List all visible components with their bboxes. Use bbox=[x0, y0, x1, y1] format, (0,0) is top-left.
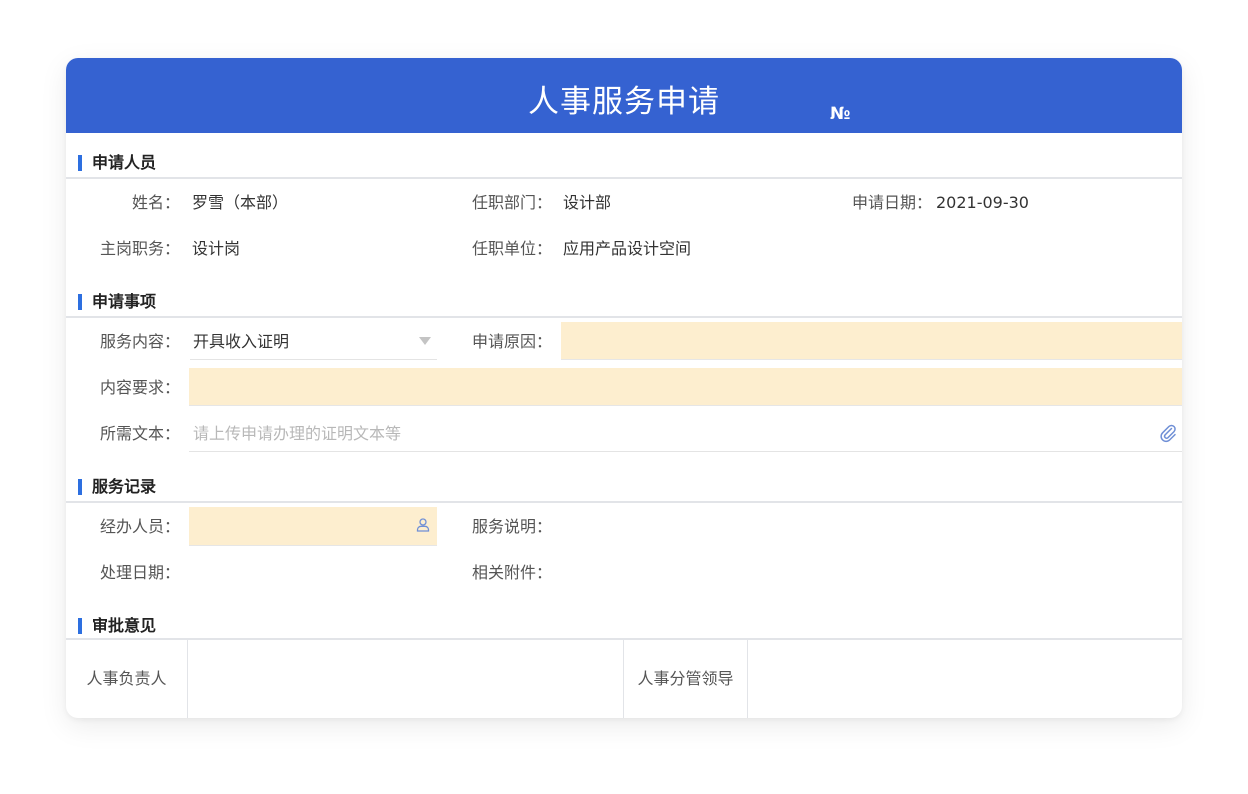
reason-input[interactable] bbox=[561, 322, 1182, 360]
section-divider bbox=[66, 316, 1182, 318]
hr-head-opinion[interactable] bbox=[188, 640, 624, 718]
name-label: 姓名： bbox=[131, 193, 180, 212]
requirement-label: 内容要求： bbox=[99, 378, 180, 397]
form-title: 人事服务申请 bbox=[528, 84, 720, 120]
upload-underline bbox=[189, 451, 1182, 452]
handler-label: 经办人员： bbox=[99, 517, 180, 536]
service-content-value: 开具收入证明 bbox=[193, 332, 290, 351]
document-upload-field[interactable]: 请上传申请办理的证明文本等 bbox=[189, 414, 1182, 452]
apply-date-label: 申请日期： bbox=[851, 193, 932, 212]
form-card: 人事服务申请 № 申请人员 姓名： 罗雪（本部） 任职部门： 设计部 申请日期：… bbox=[66, 58, 1182, 718]
form-header: 人事服务申请 № bbox=[66, 58, 1182, 133]
unit-label: 任职单位： bbox=[471, 239, 552, 258]
section-accent-bar bbox=[78, 155, 82, 171]
dept-label: 任职部门： bbox=[471, 193, 552, 212]
section-matter-title: 申请事项 bbox=[92, 292, 157, 311]
handle-date-label: 处理日期： bbox=[99, 563, 180, 582]
service-content-label: 服务内容： bbox=[99, 332, 180, 351]
post-label: 主岗职务： bbox=[99, 239, 180, 258]
hr-leader-opinion[interactable] bbox=[748, 640, 1182, 718]
name-value: 罗雪（本部） bbox=[192, 193, 289, 212]
document-placeholder: 请上传申请办理的证明文本等 bbox=[193, 424, 402, 443]
section-accent-bar bbox=[78, 294, 82, 310]
requirement-input[interactable] bbox=[189, 368, 1182, 406]
apply-date-value: 2021-09-30 bbox=[936, 193, 1029, 212]
service-content-select[interactable]: 开具收入证明 bbox=[190, 322, 437, 360]
document-label: 所需文本： bbox=[99, 424, 180, 443]
approval-table: 人事负责人 人事分管领导 bbox=[66, 640, 1182, 718]
reason-label: 申请原因： bbox=[471, 332, 552, 351]
section-divider bbox=[66, 501, 1182, 503]
unit-value: 应用产品设计空间 bbox=[563, 239, 692, 258]
section-divider bbox=[66, 177, 1182, 179]
section-applicant-title: 申请人员 bbox=[92, 153, 157, 172]
paperclip-icon[interactable] bbox=[1158, 423, 1178, 443]
post-value: 设计岗 bbox=[192, 239, 241, 258]
hr-head-label: 人事负责人 bbox=[66, 640, 188, 718]
section-record-title: 服务记录 bbox=[92, 477, 157, 496]
section-accent-bar bbox=[78, 618, 82, 634]
attachment-label: 相关附件： bbox=[471, 563, 552, 582]
dept-value: 设计部 bbox=[563, 193, 612, 212]
service-desc-label: 服务说明： bbox=[471, 517, 552, 536]
user-icon[interactable] bbox=[415, 517, 431, 533]
hr-leader-label: 人事分管领导 bbox=[624, 640, 748, 718]
section-approval-title: 审批意见 bbox=[92, 616, 157, 635]
chevron-down-icon bbox=[419, 337, 431, 345]
number-label: № bbox=[830, 104, 851, 124]
select-underline bbox=[190, 359, 437, 360]
handler-input[interactable] bbox=[189, 507, 437, 546]
section-accent-bar bbox=[78, 479, 82, 495]
